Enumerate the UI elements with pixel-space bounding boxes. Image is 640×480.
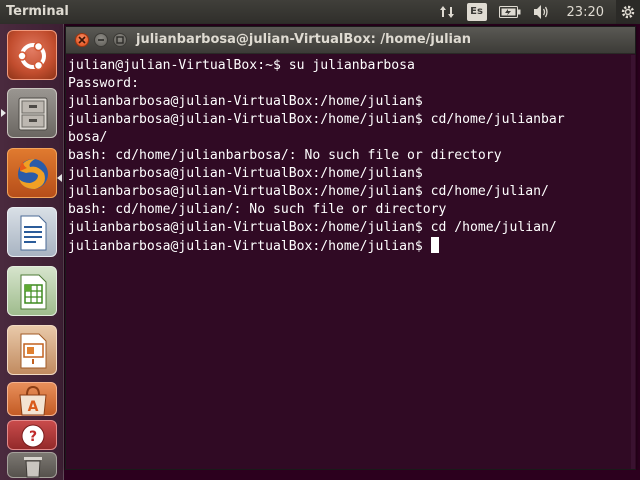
impress-presentation-icon <box>20 333 47 369</box>
indicator-tray: Es 23:20 <box>427 0 640 24</box>
terminal-window: julianbarbosa@julian-VirtualBox: /home/j… <box>65 26 636 470</box>
terminal-line: bash: cd/home/julian/: No such file or d… <box>68 202 447 217</box>
focused-indicator <box>57 174 62 182</box>
keyboard-layout-label: Es <box>466 3 487 21</box>
terminal-prompt: julianbarbosa@julian-VirtualBox:/home/ju… <box>68 239 431 254</box>
ubuntu-logo-icon <box>17 41 46 71</box>
file-cabinet-icon <box>18 97 48 131</box>
desktop-background <box>64 470 640 480</box>
calc-launcher-button[interactable] <box>7 266 57 316</box>
close-icon <box>78 36 86 44</box>
help-launcher-button[interactable]: ? <box>7 420 57 450</box>
impress-launcher-button[interactable] <box>7 325 57 375</box>
session-gear-icon[interactable] <box>616 0 640 24</box>
terminal-line: julianbarbosa@julian-VirtualBox:/home/ju… <box>68 184 549 199</box>
terminal-line: julianbarbosa@julian-VirtualBox:/home/ju… <box>68 220 557 235</box>
shopping-bag-icon: A <box>19 385 47 416</box>
battery-icon[interactable] <box>498 6 521 18</box>
top-panel: Terminal Es 23:20 <box>0 0 640 24</box>
running-indicator <box>1 109 6 117</box>
volume-icon[interactable] <box>533 4 551 20</box>
terminal-current-line[interactable]: julianbarbosa@julian-VirtualBox:/home/ju… <box>68 237 636 255</box>
trash-launcher-button[interactable] <box>7 452 57 478</box>
terminal-line: bash: cd/home/julianbarbosa/: No such fi… <box>68 148 502 163</box>
network-updown-icon[interactable] <box>439 4 455 20</box>
clock[interactable]: 23:20 <box>567 5 604 20</box>
terminal-output[interactable]: julian@julian-VirtualBox:~$ su julianbar… <box>66 55 636 469</box>
trash-icon <box>24 457 42 478</box>
help-icon: ? <box>21 424 45 448</box>
window-titlebar[interactable]: julianbarbosa@julian-VirtualBox: /home/j… <box>66 27 635 54</box>
writer-document-icon <box>20 215 47 251</box>
writer-launcher-button[interactable] <box>7 207 57 257</box>
text-cursor <box>430 237 439 253</box>
terminal-line: julianbarbosa@julian-VirtualBox:/home/ju… <box>68 166 431 181</box>
dash-home-button[interactable] <box>7 30 57 80</box>
keyboard-layout-icon[interactable]: Es <box>466 3 487 21</box>
firefox-icon <box>18 159 48 189</box>
window-maximize-button[interactable] <box>113 33 127 47</box>
minimize-icon <box>98 39 104 41</box>
launcher: A ? <box>0 24 64 480</box>
svg-text:A: A <box>28 399 39 415</box>
active-app-title: Terminal <box>6 4 69 19</box>
window-title: julianbarbosa@julian-VirtualBox: /home/j… <box>136 32 472 47</box>
terminal-line: bosa/ <box>68 130 108 145</box>
calc-spreadsheet-icon <box>20 274 47 310</box>
terminal-line: Password: <box>68 76 147 91</box>
window-close-button[interactable] <box>75 33 89 47</box>
terminal-line: julianbarbosa@julian-VirtualBox:/home/ju… <box>68 94 431 109</box>
terminal-line: julian@julian-VirtualBox:~$ su julianbar… <box>68 58 415 73</box>
window-minimize-button[interactable] <box>94 33 108 47</box>
terminal-line: julianbarbosa@julian-VirtualBox:/home/ju… <box>68 112 565 127</box>
terminal-scrollbar[interactable] <box>631 55 635 469</box>
files-launcher-button[interactable] <box>7 88 57 138</box>
maximize-icon <box>116 36 124 44</box>
firefox-launcher-button[interactable] <box>7 148 57 198</box>
software-center-launcher-button[interactable]: A <box>7 382 57 416</box>
svg-text:?: ? <box>29 429 37 445</box>
